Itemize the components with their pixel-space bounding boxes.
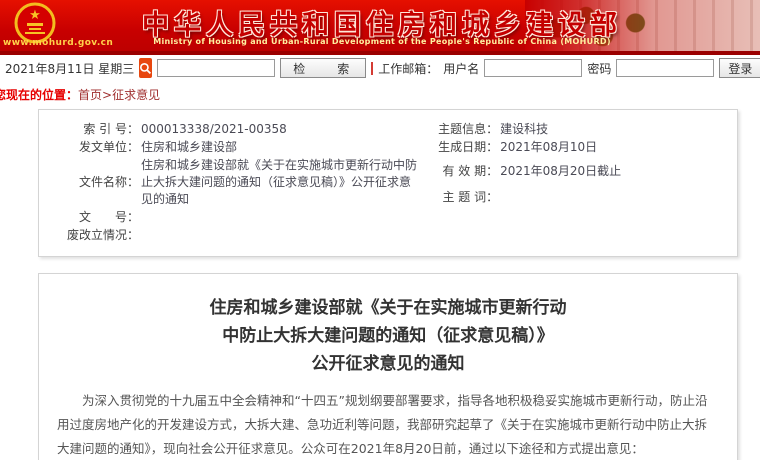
meta-right-column: 主题信息： 建设科技 生成日期： 2021年08月10日 有 效 期： 2021… [422,121,729,245]
meta-row-document-name: 文件名称： 住房和城乡建设部就《关于在实施城市更新行动中防止大拆大建问题的通知（… [78,158,418,206]
article-title-line-2: 中防止大拆大建问题的通知（征求意见稿）》 [222,326,554,347]
article-title: 住房和城乡建设部就《关于在实施城市更新行动 中防止大拆大建问题的通知（征求意见稿… [57,294,719,378]
meta-row-subject-info: 主题信息： 建设科技 [438,122,549,136]
mail-icon [371,61,386,75]
site-url: www.mohurd.gov.cn [3,38,114,48]
breadcrumb-label: 您现在的位置： [0,88,79,102]
meta-row-validity: 有 效 期： 2021年08月20日截止 [442,164,622,178]
work-mail-label: 工作邮箱： [378,61,439,76]
breadcrumb: 您现在的位置：首页>征求意见 [0,86,760,102]
site-subtitle-english: Ministry of Housing and Urban-Rural Deve… [153,37,611,46]
article-title-line-3: 公开征求意见的通知 [311,354,465,375]
password-label: 密码 [587,61,612,76]
article-box: 住房和城乡建设部就《关于在实施城市更新行动 中防止大拆大建问题的通知（征求意见稿… [38,273,738,460]
toolbar: 2021年8月11日 星期三 检 索 工作邮箱：用户名 密码 登录 ⌂ 设为首页… [0,55,760,81]
username-label: 用户名 [443,61,480,76]
username-input[interactable] [484,59,583,77]
header-bottom-strip [0,51,760,55]
meta-row-keywords: 主 题 词： [442,190,499,204]
article-paragraph-intro: 为深入贯彻党的十九届五中全会精神和“十四五”规划纲要部署要求，指导各地积极稳妥实… [57,393,708,456]
article-title-line-1: 住房和城乡建设部就《关于在实施城市更新行动 [209,298,567,318]
search-button[interactable]: 检 索 [280,58,367,78]
emblem-panel: ★ www.mohurd.gov.cn [0,0,113,51]
page: ★ www.mohurd.gov.cn 中华人民共和国住房和城乡建设部 Mini… [0,0,760,460]
document-meta-box: 索 引 号： 000013338/2021-00358 发文单位： 住房和城乡建… [38,109,738,257]
meta-row-issuing-unit: 发文单位： 住房和城乡建设部 [78,140,238,154]
password-input[interactable] [616,59,715,77]
svg-text:★: ★ [29,8,41,23]
search-icon[interactable] [139,58,153,78]
meta-left-column: 索 引 号： 000013338/2021-00358 发文单位： 住房和城乡建… [47,121,422,245]
site-header: ★ www.mohurd.gov.cn 中华人民共和国住房和城乡建设部 Mini… [0,0,760,55]
article-body: 为深入贯彻党的十九届五中全会精神和“十四五”规划纲要部署要求，指导各地积极稳妥实… [57,389,719,460]
breadcrumb-path[interactable]: 首页>征求意见 [78,88,160,102]
meta-row-document-number: 文 号： [78,210,139,224]
search-input[interactable] [157,59,276,77]
login-button[interactable]: 登录 [719,58,760,78]
meta-row-generate-date: 生成日期： 2021年08月10日 [438,140,598,154]
meta-row-index-number: 索 引 号： 000013338/2021-00358 [83,122,287,136]
meta-row-repeal-status: 废改立情况： [66,228,139,242]
current-date: 2021年8月11日 星期三 [5,61,135,76]
